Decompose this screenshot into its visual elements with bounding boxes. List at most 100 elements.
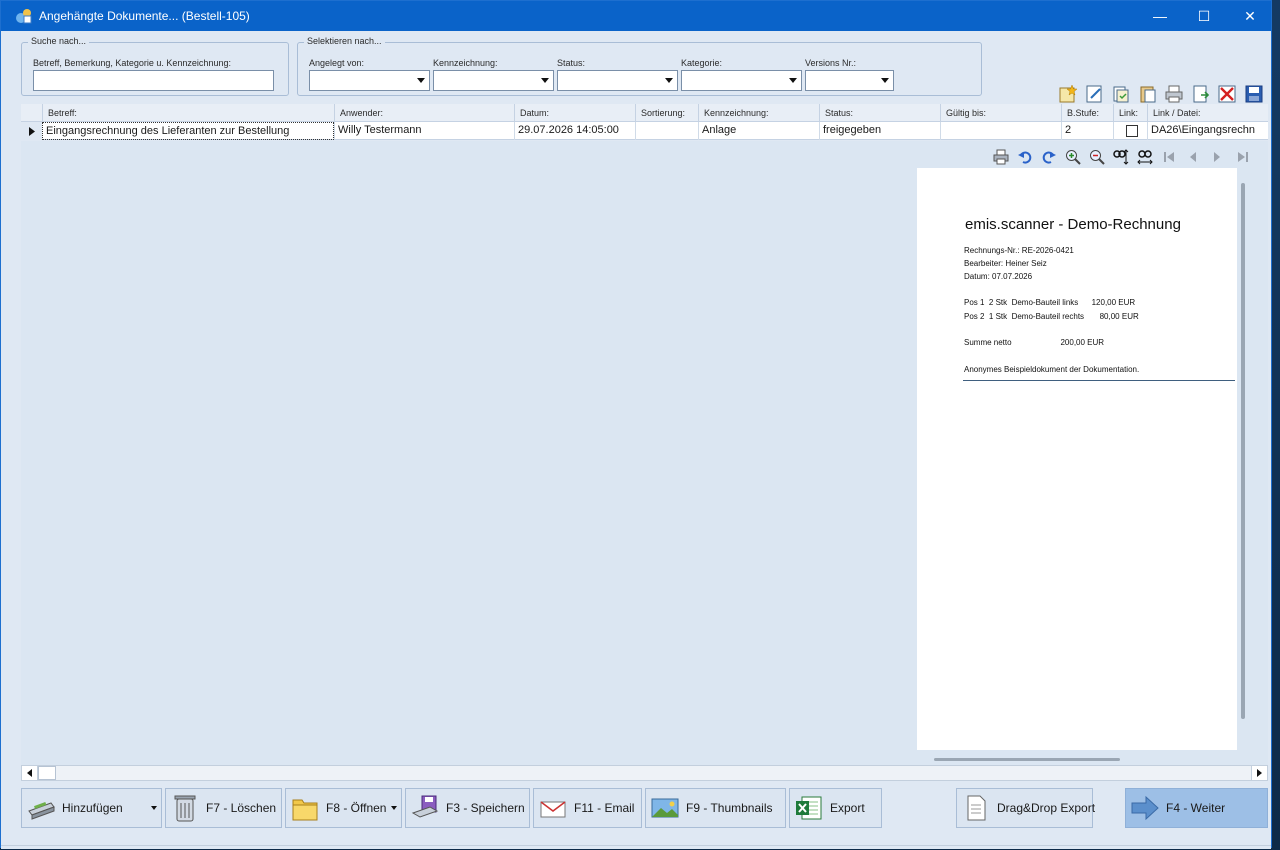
search-input[interactable] [33, 70, 274, 91]
search-group-label: Suche nach... [28, 36, 90, 46]
document-preview[interactable]: emis.scanner - Demo-Rechnung Rechnungs-N… [917, 168, 1237, 750]
save-as-icon[interactable] [1191, 84, 1211, 104]
cell-anwender[interactable]: Willy Testermann [334, 122, 514, 140]
cell-link[interactable] [1113, 122, 1147, 140]
dialog-window: Angehängte Dokumente... (Bestell-105) — … [0, 0, 1273, 849]
documents-grid: Betreff: Anwender: Datum: Sortierung: Ke… [21, 104, 1268, 140]
row-selector-icon[interactable] [21, 122, 42, 140]
search-field-label: Betreff, Bemerkung, Kategorie u. Kennzei… [33, 58, 231, 68]
column-header-datum[interactable]: Datum: [514, 104, 635, 122]
doc-divider [963, 380, 1235, 381]
status-bar [1, 845, 1271, 849]
add-button[interactable]: Hinzufügen [21, 788, 162, 828]
column-header-sortierung[interactable]: Sortierung: [635, 104, 698, 122]
new-star-icon[interactable] [1058, 84, 1078, 104]
column-header-kennzeichnung[interactable]: Kennzeichnung: [698, 104, 819, 122]
filter-kategorie-combo[interactable] [681, 70, 802, 91]
window-title: Angehängte Dokumente... (Bestell-105) [39, 9, 250, 23]
filter-version-combo[interactable] [805, 70, 894, 91]
thumbnails-button[interactable]: F9 - Thumbnails [645, 788, 786, 828]
cell-bstufe[interactable]: 2 [1061, 122, 1113, 140]
next-page-icon[interactable] [1208, 148, 1226, 166]
scrollbar-thumb[interactable] [38, 766, 56, 780]
maximize-button[interactable]: ☐ [1181, 1, 1227, 31]
column-header-bstufe[interactable]: B.Stufe: [1061, 104, 1113, 122]
zoom-in-icon[interactable] [1064, 148, 1082, 166]
prev-page-icon[interactable] [1184, 148, 1202, 166]
open-button[interactable]: F8 - Öffnen [285, 788, 402, 828]
fit-height-icon[interactable] [1112, 148, 1130, 166]
filter-angelegt-combo[interactable] [309, 70, 430, 91]
trash-icon [174, 795, 196, 822]
minimize-button[interactable]: — [1137, 1, 1183, 31]
copy-icon[interactable] [1111, 84, 1131, 104]
delete-button[interactable]: F7 - Löschen [165, 788, 282, 828]
cell-gueltig[interactable] [940, 122, 1061, 140]
print-icon[interactable] [1164, 84, 1184, 104]
table-row[interactable]: Eingangsrechnung des Lieferanten zur Bes… [21, 122, 1268, 140]
folder-icon [292, 799, 318, 821]
scanner-icon [28, 802, 55, 820]
cell-betreff[interactable]: Eingangsrechnung des Lieferanten zur Bes… [42, 122, 334, 140]
column-header-betreff[interactable]: Betreff: [42, 104, 334, 122]
cell-datum[interactable]: 29.07.2026 14:05:00 [514, 122, 635, 140]
cell-sortierung[interactable] [635, 122, 698, 140]
rotate-right-icon[interactable] [1040, 148, 1058, 166]
chevron-down-icon[interactable] [785, 71, 801, 90]
link-checkbox[interactable] [1126, 125, 1138, 137]
chevron-down-icon[interactable] [537, 71, 553, 90]
scroll-left-icon[interactable] [22, 766, 38, 780]
column-header-status[interactable]: Status: [819, 104, 940, 122]
save-icon[interactable] [1244, 84, 1264, 104]
filter-kennzeichnung-combo[interactable] [433, 70, 554, 91]
preview-horizontal-scrollbar[interactable] [934, 758, 1120, 761]
rotate-left-icon[interactable] [1016, 148, 1034, 166]
edit-icon[interactable] [1085, 84, 1105, 104]
doc-title: emis.scanner - Demo-Rechnung [965, 216, 1181, 233]
select-group: Selektieren nach... Angelegt von: Kennze… [297, 36, 982, 96]
chevron-down-icon[interactable] [877, 71, 893, 90]
first-page-icon[interactable] [1160, 148, 1178, 166]
open-button-label: F8 - Öffnen [326, 801, 387, 815]
export-button-label: Export [830, 801, 865, 815]
paste-icon[interactable] [1138, 84, 1158, 104]
chevron-down-icon[interactable] [387, 789, 401, 827]
preview-vertical-scrollbar[interactable] [1241, 183, 1245, 719]
next-button[interactable]: F4 - Weiter [1125, 788, 1268, 828]
save-button[interactable]: F3 - Speichern [405, 788, 530, 828]
doc-line: Anonymes Beispieldokument der Dokumentat… [964, 365, 1140, 374]
email-button[interactable]: F11 - Email [533, 788, 642, 828]
chevron-down-icon[interactable] [147, 789, 161, 827]
fit-width-icon[interactable] [1136, 148, 1154, 166]
scroll-right-icon[interactable] [1251, 766, 1267, 780]
delete-icon[interactable] [1217, 84, 1237, 104]
dragdrop-export-button[interactable]: Drag&Drop Export [956, 788, 1096, 828]
disk-save-icon [411, 795, 439, 818]
filter-label-status: Status: [557, 58, 586, 68]
cell-datei[interactable]: DA26\Eingangsrechn [1147, 122, 1268, 140]
app-icon [16, 9, 32, 24]
cell-status[interactable]: freigegeben [819, 122, 940, 140]
save-button-label: F3 - Speichern [446, 801, 525, 815]
envelope-icon [540, 801, 566, 818]
close-button[interactable]: ✕ [1227, 1, 1273, 31]
dragdrop-export-button-label: Drag&Drop Export [997, 801, 1096, 815]
export-button[interactable]: Export [789, 788, 882, 828]
doc-line: Summe netto 200,00 EUR [964, 338, 1105, 347]
print-icon[interactable] [992, 148, 1010, 166]
cell-kennzeichnung[interactable]: Anlage [698, 122, 819, 140]
filter-status-combo[interactable] [557, 70, 678, 91]
chevron-down-icon[interactable] [413, 71, 429, 90]
column-header-link[interactable]: Link: [1113, 104, 1147, 122]
last-page-icon[interactable] [1234, 148, 1252, 166]
filter-label-kennzeichnung: Kennzeichnung: [433, 58, 498, 68]
column-header-anwender[interactable]: Anwender: [334, 104, 514, 122]
dialog-client: Suche nach... Betreff, Bemerkung, Katego… [1, 31, 1271, 849]
filter-label-angelegt: Angelegt von: [309, 58, 365, 68]
zoom-out-icon[interactable] [1088, 148, 1106, 166]
chevron-down-icon[interactable] [661, 71, 677, 90]
grid-horizontal-scrollbar[interactable] [21, 765, 1268, 781]
column-header-datei[interactable]: Link / Datei: [1147, 104, 1268, 122]
column-header-gueltig[interactable]: Gültig bis: [940, 104, 1061, 122]
doc-line: Datum: 07.07.2026 [964, 272, 1033, 281]
